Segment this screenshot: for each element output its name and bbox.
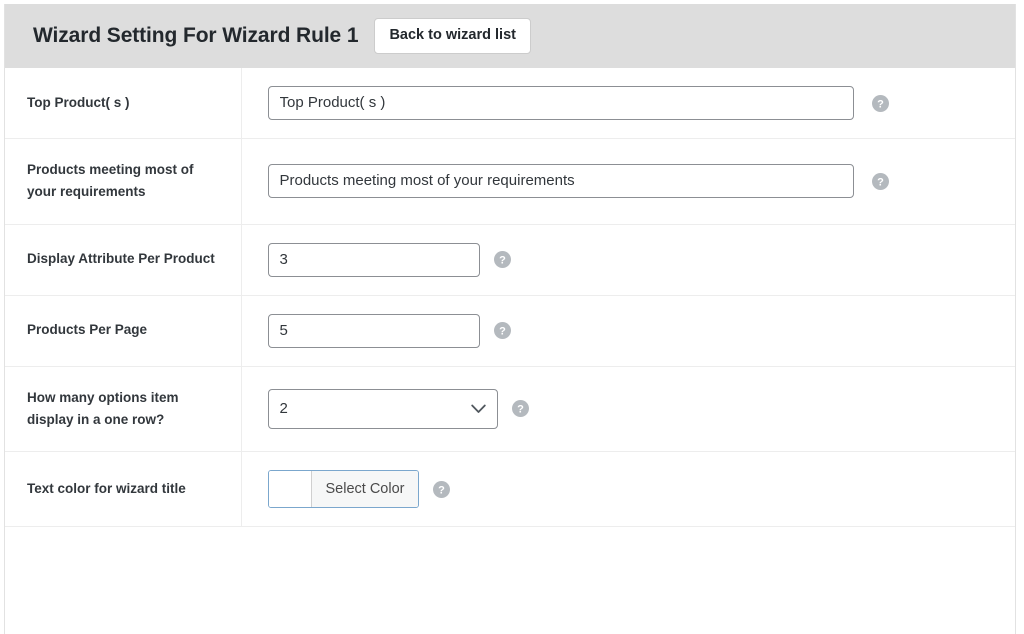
color-swatch [269, 471, 312, 507]
help-circle-icon[interactable]: ? [433, 481, 450, 498]
help-circle-icon[interactable]: ? [494, 322, 511, 339]
svg-text:?: ? [499, 326, 506, 338]
svg-text:?: ? [517, 404, 524, 416]
field-top-products: ? [241, 68, 1015, 139]
label-text-color: Text color for wizard title [5, 452, 241, 527]
display-attribute-input[interactable] [268, 243, 480, 277]
help-circle-icon[interactable]: ? [512, 400, 529, 417]
label-display-attribute: Display Attribute Per Product [5, 224, 241, 295]
field-text-color: Select Color ? [241, 452, 1015, 527]
svg-text:?: ? [439, 484, 446, 496]
options-per-row-select[interactable]: 2 [268, 389, 498, 429]
help-circle-icon[interactable]: ? [872, 173, 889, 190]
form-row-display-attribute: Display Attribute Per Product ? [5, 224, 1015, 295]
top-products-input[interactable] [268, 86, 854, 120]
svg-text:?: ? [499, 255, 506, 267]
panel-header: Wizard Setting For Wizard Rule 1 Back to… [5, 4, 1015, 68]
wizard-settings-panel: Wizard Setting For Wizard Rule 1 Back to… [4, 4, 1016, 634]
options-per-row-selected-value: 2 [280, 400, 288, 417]
label-products-per-page: Products Per Page [5, 295, 241, 366]
page-title: Wizard Setting For Wizard Rule 1 [33, 24, 358, 48]
field-products-meeting: ? [241, 139, 1015, 225]
help-circle-icon[interactable]: ? [872, 95, 889, 112]
wizard-settings-form: Top Product( s ) ? Products [5, 68, 1015, 527]
label-products-meeting: Products meeting most of your requiremen… [5, 139, 241, 225]
svg-text:?: ? [877, 176, 884, 188]
products-per-page-input[interactable] [268, 314, 480, 348]
chevron-down-icon [471, 404, 486, 414]
select-color-button[interactable]: Select Color [268, 470, 420, 508]
svg-text:?: ? [877, 98, 884, 110]
form-row-products-per-page: Products Per Page ? [5, 295, 1015, 366]
field-display-attribute: ? [241, 224, 1015, 295]
form-row-text-color: Text color for wizard title Select Color… [5, 452, 1015, 527]
form-row-products-meeting: Products meeting most of your requiremen… [5, 139, 1015, 225]
products-meeting-input[interactable] [268, 164, 854, 198]
back-to-wizard-list-button[interactable]: Back to wizard list [374, 18, 531, 55]
form-row-top-products: Top Product( s ) ? [5, 68, 1015, 139]
form-row-options-per-row: How many options item display in a one r… [5, 366, 1015, 452]
help-circle-icon[interactable]: ? [494, 251, 511, 268]
label-options-per-row: How many options item display in a one r… [5, 366, 241, 452]
label-top-products: Top Product( s ) [5, 68, 241, 139]
field-products-per-page: ? [241, 295, 1015, 366]
select-color-label: Select Color [312, 471, 419, 507]
field-options-per-row: 2 ? [241, 366, 1015, 452]
